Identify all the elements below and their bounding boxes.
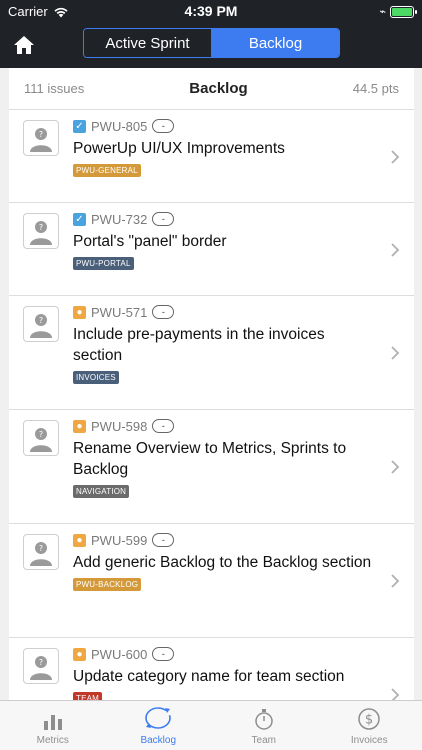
issue-label: INVOICES <box>73 371 119 384</box>
tab-invoices-label: Invoices <box>350 735 388 746</box>
assignee-avatar: ? <box>23 120 59 156</box>
issue-meta: ● PWU-598- <box>73 418 374 434</box>
issue-title: Add generic Backlog to the Backlog secti… <box>73 554 372 571</box>
chevron-right-icon <box>391 688 400 700</box>
issue-list: ? ✓ PWU-805- PowerUp UI/UX Improvements PWU-… <box>9 110 414 700</box>
assignee-avatar: ? <box>23 306 59 342</box>
tab-team-label: Team <box>251 735 276 746</box>
chevron-right-icon <box>391 149 400 164</box>
issue-title: PowerUp UI/UX Improvements <box>73 140 285 157</box>
view-segmented-control: Active Sprint Backlog <box>83 28 340 58</box>
svg-text:?: ? <box>39 544 43 553</box>
status-bar: Carrier 4:39 PM ⌁ <box>0 0 422 22</box>
unassigned-user-icon: ? <box>30 314 52 338</box>
story-points-pill: - <box>152 647 175 661</box>
segment-active-sprint[interactable]: Active Sprint <box>84 29 212 57</box>
issue-key: PWU-571 <box>91 304 148 320</box>
tab-invoices[interactable]: $ Invoices <box>317 701 422 750</box>
assignee-avatar: ? <box>23 534 59 570</box>
story-points-pill: - <box>152 212 175 226</box>
issue-meta: ● PWU-600- <box>73 646 374 662</box>
issue-count: 111 issues <box>24 81 85 96</box>
issue-label: PWU-PORTAL <box>73 257 134 270</box>
bar-chart-icon <box>43 715 62 730</box>
assignee-avatar: ? <box>23 213 59 249</box>
issue-key: PWU-732 <box>91 211 148 227</box>
top-header: Carrier 4:39 PM ⌁ Active Sprint Backlog <box>0 0 422 68</box>
dollar-icon: $ <box>358 708 380 730</box>
total-points: 44.5 pts <box>352 81 399 96</box>
issue-meta: ● PWU-599- <box>73 532 374 548</box>
home-button[interactable] <box>10 32 38 58</box>
unassigned-user-icon: ? <box>30 128 52 152</box>
issue-row[interactable]: ? ● PWU-599- Add generic Backlog to the Bac… <box>9 524 414 638</box>
issue-key: PWU-599 <box>91 532 148 548</box>
tab-bar: Metrics Backlog Team $ Invoices <box>0 700 422 750</box>
assignee-avatar: ? <box>23 648 59 684</box>
chevron-right-icon <box>391 574 400 588</box>
unassigned-user-icon: ? <box>30 428 52 452</box>
story-bulb-icon: ● <box>73 305 86 319</box>
story-bulb-icon: ● <box>73 647 86 661</box>
issue-label: PWU-BACKLOG <box>73 578 142 591</box>
list-title: Backlog <box>189 80 248 97</box>
home-icon <box>14 36 34 54</box>
unassigned-user-icon: ? <box>30 542 52 566</box>
chevron-right-icon <box>391 242 400 257</box>
svg-text:?: ? <box>39 223 43 232</box>
battery-group: ⌁ <box>379 5 417 18</box>
svg-text:?: ? <box>39 430 43 439</box>
story-points-pill: - <box>152 419 175 433</box>
unassigned-user-icon: ? <box>30 221 52 245</box>
issue-title: Update category name for team section <box>73 668 345 685</box>
tab-metrics[interactable]: Metrics <box>0 701 106 750</box>
tab-metrics-label: Metrics <box>36 735 69 746</box>
issue-key: PWU-600 <box>91 646 148 662</box>
task-checkbox-icon: ✓ <box>73 212 86 226</box>
issue-row[interactable]: ? ● PWU-598- Rename Overview to Metrics, Sp… <box>9 410 414 524</box>
svg-text:$: $ <box>365 713 373 728</box>
story-points-pill: - <box>152 533 175 547</box>
segment-backlog[interactable]: Backlog <box>212 29 339 57</box>
list-header: 111 issues Backlog 44.5 pts <box>9 68 414 110</box>
chevron-right-icon <box>391 346 400 360</box>
issue-label: PWU-GENERAL <box>73 164 141 177</box>
refresh-cycle-icon <box>145 707 172 729</box>
svg-text:?: ? <box>39 658 43 667</box>
stopwatch-icon <box>255 709 273 730</box>
backlog-list: 111 issues Backlog 44.5 pts ? ✓ PWU-805- Po… <box>9 68 414 700</box>
issue-label: NAVIGATION <box>73 485 130 498</box>
story-points-pill: - <box>152 119 175 133</box>
story-bulb-icon: ● <box>73 533 86 547</box>
story-points-pill: - <box>152 305 175 319</box>
issue-meta: ✓ PWU-805- <box>73 118 374 134</box>
svg-text:?: ? <box>39 130 43 139</box>
issue-title: Portal's "panel" border <box>73 233 227 250</box>
status-time: 4:39 PM <box>184 3 238 19</box>
issue-title: Include pre-payments in the invoices sec… <box>73 326 325 364</box>
task-checkbox-icon: ✓ <box>73 119 86 133</box>
assignee-avatar: ? <box>23 420 59 456</box>
issue-row[interactable]: ? ✓ PWU-732- Portal's "panel" border PWU-POR… <box>9 203 414 296</box>
battery-icon <box>390 5 417 18</box>
tab-team[interactable]: Team <box>211 701 317 750</box>
charging-icon: ⌁ <box>379 6 386 18</box>
svg-text:?: ? <box>39 316 43 325</box>
story-bulb-icon: ● <box>73 419 86 433</box>
issue-label: TEAM <box>73 692 103 700</box>
tab-backlog[interactable]: Backlog <box>106 701 212 750</box>
unassigned-user-icon: ? <box>30 656 52 680</box>
issue-meta: ✓ PWU-732- <box>73 211 374 227</box>
issue-key: PWU-805 <box>91 118 148 134</box>
tab-backlog-label: Backlog <box>140 735 177 746</box>
chevron-right-icon <box>391 460 400 474</box>
issue-key: PWU-598 <box>91 418 148 434</box>
issue-title: Rename Overview to Metrics, Sprints to B… <box>73 440 347 478</box>
issue-row[interactable]: ? ● PWU-600- Update category name for team … <box>9 638 414 700</box>
issue-meta: ● PWU-571- <box>73 304 374 320</box>
issue-row[interactable]: ? ✓ PWU-805- PowerUp UI/UX Improvements PWU-… <box>9 110 414 203</box>
issue-row[interactable]: ? ● PWU-571- Include pre-payments in the in… <box>9 296 414 410</box>
